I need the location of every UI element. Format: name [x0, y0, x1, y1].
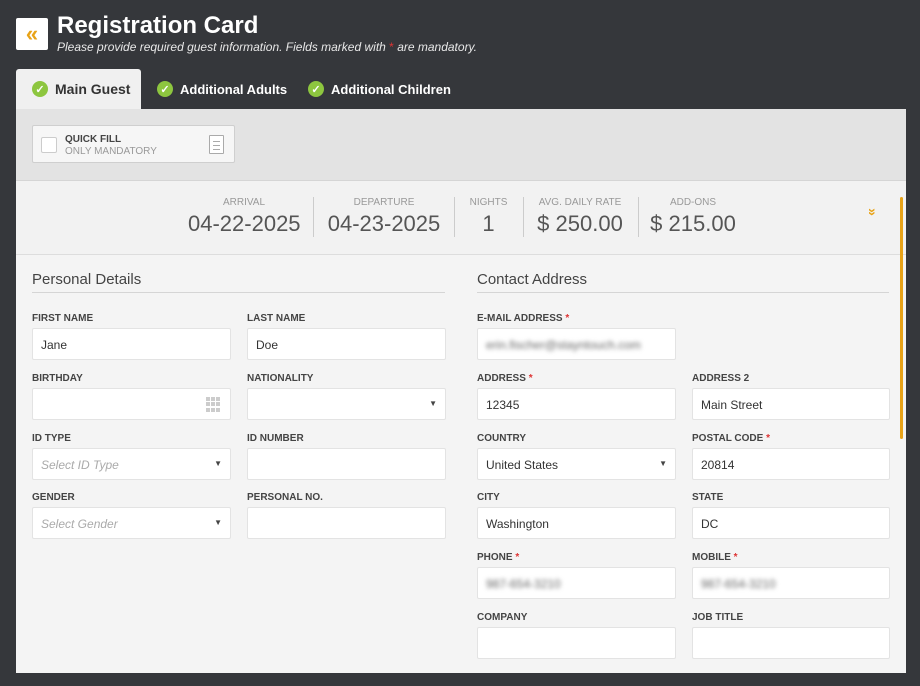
phone-label: PHONE * [477, 552, 520, 563]
personal-no-field[interactable] [247, 507, 446, 539]
birthday-label: BIRTHDAY [32, 373, 83, 384]
first-name-label: FIRST NAME [32, 313, 94, 324]
gender-label: GENDER [32, 492, 75, 503]
back-button[interactable]: « [16, 18, 48, 50]
address2-field[interactable]: Main Street [692, 388, 890, 420]
job-title-field[interactable] [692, 627, 890, 659]
divider [313, 197, 314, 237]
registration-panel: QUICK FILL ONLY MANDATORY ARRIVAL 04-22-… [16, 109, 906, 673]
id-number-label: ID NUMBER [247, 433, 304, 444]
nationality-label: NATIONALITY [247, 373, 314, 384]
section-divider [32, 292, 445, 293]
divider [454, 197, 455, 237]
calendar-grid-icon[interactable] [206, 397, 221, 412]
tab-additional-children[interactable]: ✓ Additional Children [308, 69, 451, 109]
postal-code-field[interactable]: 20814 [692, 448, 890, 480]
address-label: ADDRESS * [477, 373, 533, 384]
state-field[interactable]: DC [692, 507, 890, 539]
quick-fill-checkbox[interactable] [41, 137, 57, 153]
mobile-field[interactable]: 987-654-3210 [692, 567, 890, 599]
birthday-field[interactable] [32, 388, 231, 420]
checkmark-icon: ✓ [308, 81, 324, 97]
personal-details-title: Personal Details [32, 271, 142, 288]
country-label: COUNTRY [477, 433, 527, 444]
chevron-down-double-icon[interactable]: » [865, 208, 881, 216]
mobile-label: MOBILE * [692, 552, 738, 563]
last-name-field[interactable]: Doe [247, 328, 446, 360]
id-type-label: ID TYPE [32, 433, 71, 444]
city-label: CITY [477, 492, 500, 503]
nights-count: 1 [482, 211, 495, 236]
nights-stat: NIGHTS 1 [466, 197, 511, 237]
departure-date: 04-23-2025 [327, 211, 441, 236]
required-asterisk: * [389, 40, 394, 54]
caret-down-icon: ▼ [214, 518, 222, 527]
avg-daily-rate-stat: AVG. DAILY RATE $ 250.00 [534, 197, 626, 237]
company-field[interactable] [477, 627, 676, 659]
caret-down-icon: ▼ [659, 459, 667, 468]
departure-stat: DEPARTURE 04-23-2025 [327, 197, 441, 236]
last-name-label: LAST NAME [247, 313, 306, 324]
avg-daily-rate: $ 250.00 [537, 211, 623, 236]
divider [523, 197, 524, 237]
contact-address-title: Contact Address [477, 271, 588, 288]
id-type-select[interactable]: Select ID Type ▼ [32, 448, 231, 480]
tab-bar: ✓ Main Guest ✓ Additional Adults ✓ Addit… [16, 69, 906, 109]
email-field[interactable]: erin.fischer@stayntouch.com [477, 328, 676, 360]
page-title: Registration Card [57, 12, 259, 39]
checkmark-icon: ✓ [157, 81, 173, 97]
address2-label: ADDRESS 2 [692, 373, 750, 384]
caret-down-icon: ▼ [214, 459, 222, 468]
caret-down-icon: ▼ [429, 399, 437, 408]
quick-fill-bar: QUICK FILL ONLY MANDATORY [16, 109, 906, 181]
arrival-stat: ARRIVAL 04-22-2025 [188, 197, 301, 236]
country-select[interactable]: United States ▼ [477, 448, 676, 480]
email-label: E-MAIL ADDRESS * [477, 313, 570, 324]
company-label: COMPANY [477, 612, 528, 623]
header: « Registration Card Please provide requi… [16, 12, 904, 56]
quick-fill-label: QUICK FILL [65, 134, 122, 145]
state-label: STATE [692, 492, 724, 503]
first-name-field[interactable]: Jane [32, 328, 231, 360]
quick-fill-button[interactable]: QUICK FILL ONLY MANDATORY [32, 125, 235, 163]
document-icon [209, 135, 224, 154]
gender-select[interactable]: Select Gender ▼ [32, 507, 231, 539]
job-title-label: JOB TITLE [692, 612, 744, 623]
tab-additional-adults[interactable]: ✓ Additional Adults [157, 69, 287, 109]
divider [638, 197, 639, 237]
nationality-select[interactable]: ▼ [247, 388, 446, 420]
postal-code-label: POSTAL CODE * [692, 433, 770, 444]
page-subtitle: Please provide required guest informatio… [57, 40, 478, 54]
stay-summary: ARRIVAL 04-22-2025 DEPARTURE 04-23-2025 … [16, 181, 906, 255]
id-number-field[interactable] [247, 448, 446, 480]
section-divider [477, 292, 889, 293]
arrival-date: 04-22-2025 [188, 211, 301, 236]
checkmark-icon: ✓ [32, 81, 48, 97]
add-ons-stat: ADD-ONS $ 215.00 [648, 197, 738, 237]
quick-fill-sublabel: ONLY MANDATORY [65, 146, 157, 157]
add-ons-amount: $ 215.00 [650, 211, 736, 236]
address-field[interactable]: 12345 [477, 388, 676, 420]
scrollbar[interactable] [900, 197, 903, 439]
city-field[interactable]: Washington [477, 507, 676, 539]
personal-no-label: PERSONAL NO. [247, 492, 323, 503]
tab-main-guest[interactable]: ✓ Main Guest [16, 69, 141, 109]
phone-field[interactable]: 987-654-3210 [477, 567, 676, 599]
double-chevron-left-icon: « [25, 21, 39, 46]
